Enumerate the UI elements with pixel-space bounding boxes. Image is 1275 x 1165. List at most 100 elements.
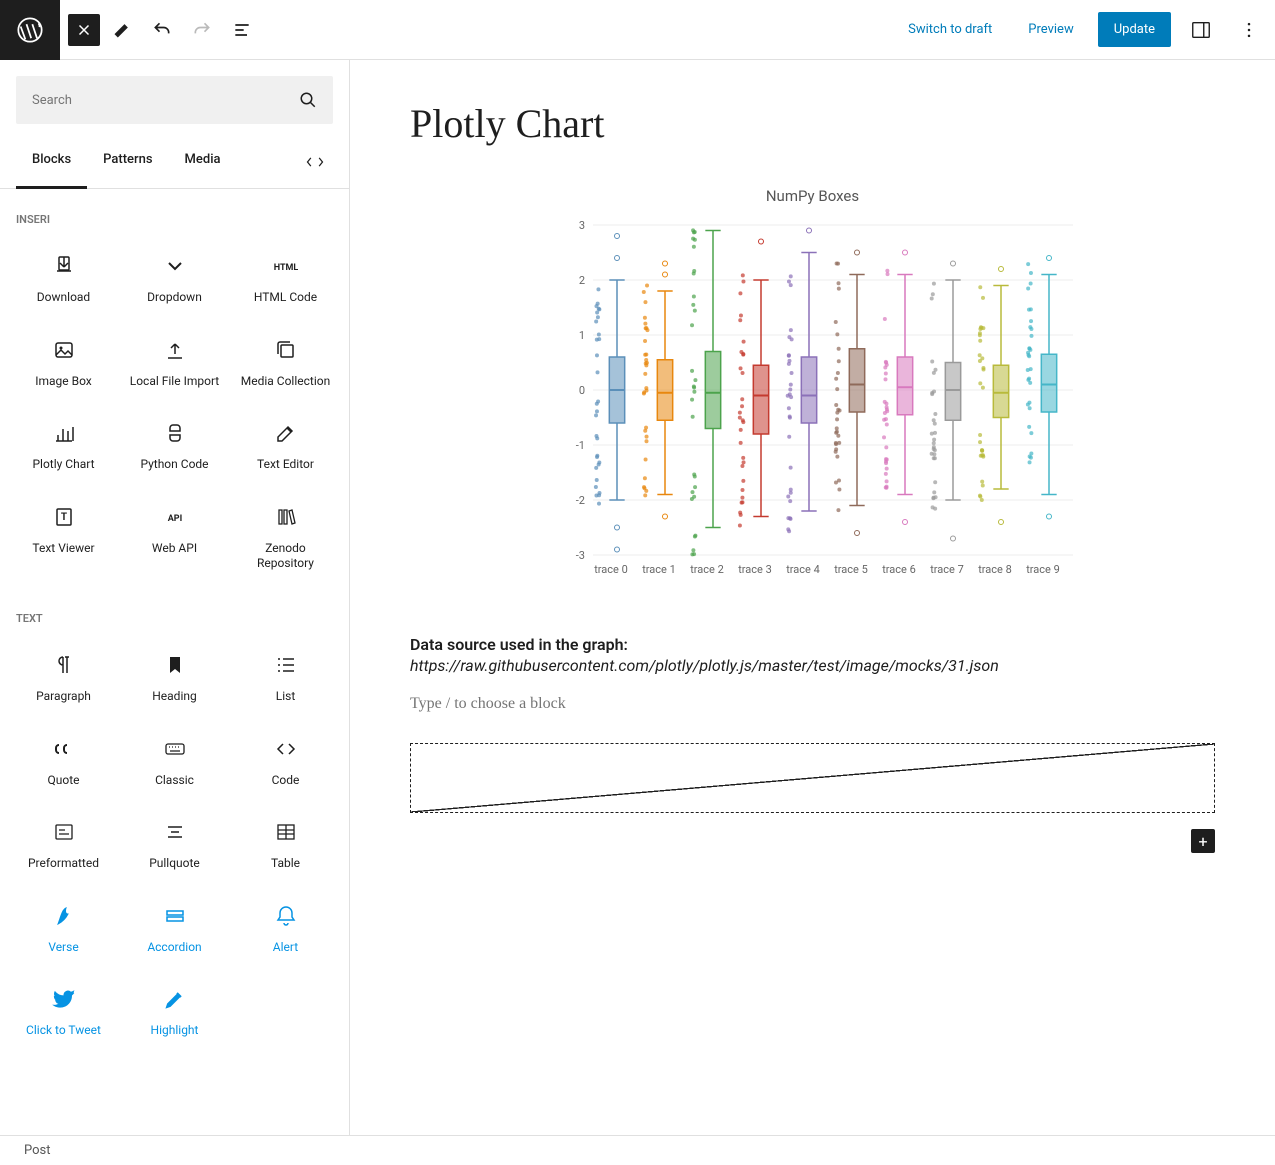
search-icon [299,91,317,109]
block-verse[interactable]: Verse [8,888,119,972]
block-media-collection[interactable]: Media Collection [230,322,341,406]
api-icon: API [163,505,187,529]
svg-text:trace 3: trace 3 [738,563,772,576]
svg-text:trace 2: trace 2 [690,563,724,576]
block-label: Table [271,856,300,872]
chart-svg: -3-2-10123trace 0trace 1trace 2trace 3tr… [533,215,1093,595]
chart-title: NumPy Boxes [410,187,1215,205]
python-icon [163,421,187,445]
data-source-label: Data source used in the graph: [410,635,628,654]
preview-button[interactable]: Preview [1016,14,1085,45]
block-code[interactable]: Code [230,721,341,805]
block-plotly-chart[interactable]: Plotly Chart [8,405,119,489]
document-overview-button[interactable] [224,12,260,48]
block-preformatted[interactable]: Preformatted [8,804,119,888]
editor-canvas: Plotly Chart NumPy Boxes -3-2-10123trace… [350,60,1275,1135]
block-classic[interactable]: Classic [119,721,230,805]
block-list[interactable]: List [230,637,341,721]
svg-text:-3: -3 [575,549,584,562]
block-label: Quote [47,773,79,789]
section-text-title: TEXT [0,588,349,637]
tab-blocks[interactable]: Blocks [16,140,87,189]
block-label: Pullquote [149,856,200,872]
table-icon [274,820,298,844]
wordpress-logo[interactable] [0,0,60,60]
section-inseri-title: INSERI [0,189,349,238]
block-alert[interactable]: Alert [230,888,341,972]
block-download[interactable]: Download [8,238,119,322]
svg-text:trace 1: trace 1 [642,563,676,576]
keyboard-icon [163,737,187,761]
block-zenodo-repository[interactable]: Zenodo Repository [230,489,341,588]
footer-breadcrumb: Post [0,1135,1275,1165]
upload-icon [163,338,187,362]
block-text-editor[interactable]: Text Editor [230,405,341,489]
list-icon [274,653,298,677]
block-heading[interactable]: Heading [119,637,230,721]
block-pullquote[interactable]: Pullquote [119,804,230,888]
block-label: Classic [155,773,194,789]
block-web-api[interactable]: APIWeb API [119,489,230,588]
data-source-block[interactable]: Data source used in the graph: https://r… [410,635,1215,675]
block-label: Heading [152,689,197,705]
plotly-chart-block[interactable]: NumPy Boxes -3-2-10123trace 0trace 1trac… [410,187,1215,595]
block-label: Accordion [147,940,201,956]
update-button[interactable]: Update [1098,12,1171,47]
textview-icon: T [52,505,76,529]
settings-panel-button[interactable] [1183,12,1219,48]
close-inserter-button[interactable] [68,14,100,46]
switch-to-draft-button[interactable]: Switch to draft [896,14,1004,45]
edit-icon [274,421,298,445]
svg-text:2: 2 [578,274,584,287]
options-menu-button[interactable] [1231,12,1267,48]
empty-paragraph-placeholder[interactable]: Type / to choose a block [410,695,1215,713]
add-block-button[interactable]: + [1191,829,1215,853]
redo-button [184,12,220,48]
block-label: Paragraph [36,689,91,705]
tab-patterns[interactable]: Patterns [87,140,168,188]
block-local-file-import[interactable]: Local File Import [119,322,230,406]
block-highlight[interactable]: Highlight [119,971,230,1055]
verse-icon [52,904,76,928]
svg-text:-2: -2 [575,494,584,507]
pre-icon [52,820,76,844]
chart-icon [52,421,76,445]
search-input-wrapper [16,76,333,124]
image-icon [52,338,76,362]
block-accordion[interactable]: Accordion [119,888,230,972]
block-paragraph[interactable]: Paragraph [8,637,119,721]
svg-text:trace 6: trace 6 [882,563,916,576]
block-table[interactable]: Table [230,804,341,888]
block-label: HTML Code [254,290,317,306]
download-icon [52,254,76,278]
breadcrumb-text[interactable]: Post [24,1143,51,1158]
block-html-code[interactable]: HTMLHTML Code [230,238,341,322]
pullquote-icon [163,820,187,844]
block-label: Zenodo Repository [238,541,333,572]
page-title[interactable]: Plotly Chart [410,100,1215,147]
block-label: Highlight [151,1023,199,1039]
svg-text:trace 5: trace 5 [834,563,868,576]
block-dropdown[interactable]: Dropdown [119,238,230,322]
svg-text:trace 0: trace 0 [594,563,628,576]
alert-icon [274,904,298,928]
tweet-icon [52,987,76,1011]
empty-block-placeholder[interactable] [410,743,1215,813]
block-label: Preformatted [28,856,99,872]
block-text-viewer[interactable]: TText Viewer [8,489,119,588]
block-label: Download [37,290,90,306]
text-block-grid: Paragraph Heading List Quote Classic Code Pref… [0,637,349,1055]
block-label: Text Editor [257,457,314,473]
tab-media[interactable]: Media [169,140,237,188]
block-quote[interactable]: Quote [8,721,119,805]
tab-expand-icon[interactable] [297,140,333,188]
block-image-box[interactable]: Image Box [8,322,119,406]
edit-mode-button[interactable] [104,12,140,48]
undo-button[interactable] [144,12,180,48]
block-python-code[interactable]: Python Code [119,405,230,489]
block-click-to-tweet[interactable]: Click to Tweet [8,971,119,1055]
block-inserter-sidebar: Blocks Patterns Media INSERI Download Dro… [0,60,350,1135]
search-input[interactable] [32,93,299,108]
block-label: Verse [48,940,78,956]
svg-text:-1: -1 [575,439,584,452]
